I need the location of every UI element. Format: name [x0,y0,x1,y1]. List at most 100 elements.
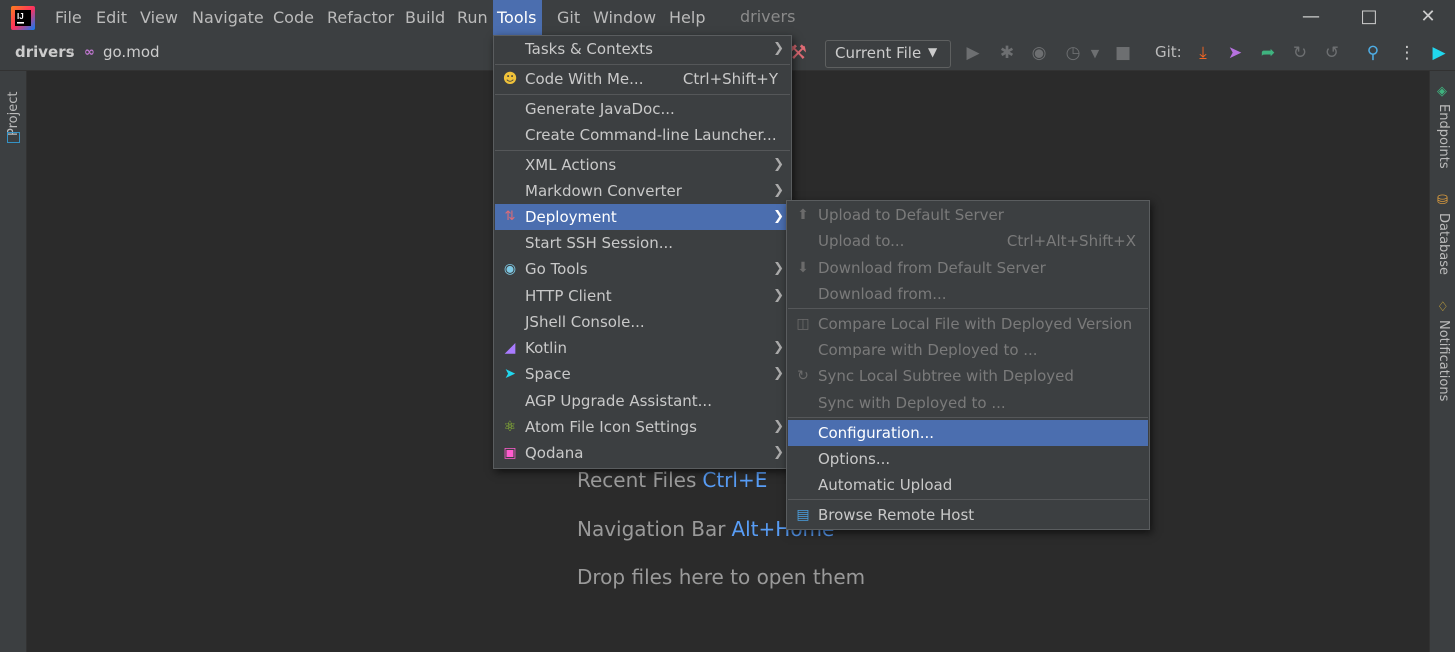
menu-separator [495,94,790,95]
menu-window[interactable]: Window [589,6,660,30]
chevron-right-icon: ❯ [773,157,784,172]
menu-item-sync-local-subtree[interactable]: ↻ Sync Local Subtree with Deployed [788,363,1148,389]
hint-label: Navigation Bar [577,517,726,541]
menu-item-qodana[interactable]: ▣ Qodana ❯ [495,440,790,466]
menu-help[interactable]: Help [665,6,709,30]
menu-separator [788,308,1148,309]
chevron-right-icon: ❯ [773,366,784,381]
deployment-icon: ⇅ [504,209,516,224]
chevron-right-icon: ❯ [773,340,784,355]
history-icon[interactable]: ↻ [1289,43,1311,63]
menu-item-kotlin[interactable]: ◢ Kotlin ❯ [495,335,790,361]
menu-view[interactable]: View [136,6,182,30]
hint-drop-files: Drop files here to open them [577,565,865,589]
menu-item-code-with-me[interactable]: ☻ Code With Me... Ctrl+Shift+Y [495,66,790,92]
menu-item-markdown-converter[interactable]: Markdown Converter ❯ [495,178,790,204]
menu-separator [788,499,1148,500]
menu-git[interactable]: Git [553,6,584,30]
stop-icon[interactable]: ■ [1112,43,1134,63]
deployment-submenu: ⬆ Upload to Default Server Upload to... Ct… [786,200,1150,530]
git-commit-icon[interactable]: ➤ [1224,43,1246,63]
menu-item-download-from[interactable]: Download from... [788,281,1148,307]
chevron-right-icon: ❯ [773,261,784,276]
menu-item-space[interactable]: ➤ Space ❯ [495,361,790,387]
endpoints-icon: ◈ [1437,84,1447,99]
breadcrumb-file[interactable]: go.mod [103,43,160,61]
menu-item-options[interactable]: Options... [788,446,1148,472]
run-config-label: Current File [835,44,922,62]
tools-menu: Tasks & Contexts ❯ ☻ Code With Me... Ctrl+S… [493,35,792,469]
menu-item-command-line-launcher[interactable]: Create Command-line Launcher... [495,122,790,148]
left-tool-strip [0,71,27,652]
git-update-icon[interactable]: ⤓ [1192,43,1214,63]
search-icon[interactable]: ⚲ [1362,43,1384,63]
gopher-icon: ◉ [503,261,517,277]
go-module-icon: ∞ [84,45,95,60]
git-push-icon[interactable]: ➦ [1257,43,1279,63]
menu-item-browse-remote-host[interactable]: ▤ Browse Remote Host [788,502,1148,528]
chevron-right-icon: ❯ [773,183,784,198]
breadcrumb-project[interactable]: drivers [15,43,75,61]
users-icon: ☻ [502,71,518,87]
hint-recent-files: Recent Files Ctrl+E [577,468,767,492]
menu-edit[interactable]: Edit [92,6,131,30]
menu-item-tasks-contexts[interactable]: Tasks & Contexts ❯ [495,36,790,62]
menu-item-http-client[interactable]: HTTP Client ❯ [495,283,790,309]
notifications-bell-icon: ♢ [1437,300,1449,315]
upload-icon: ⬆ [797,207,809,223]
database-icon: ⛁ [1437,193,1448,208]
menu-tools[interactable]: Tools [493,0,542,35]
run-icon[interactable]: ▶ [962,43,984,63]
kotlin-icon: ◢ [504,340,516,356]
run-coverage-icon[interactable]: ◉ [1028,43,1050,63]
menu-item-configuration[interactable]: Configuration... [788,420,1148,446]
menu-item-agp-upgrade-assistant[interactable]: AGP Upgrade Assistant... [495,388,790,414]
menu-item-go-tools[interactable]: ◉ Go Tools ❯ [495,256,790,282]
debug-icon[interactable]: ✱ [996,43,1018,63]
menu-item-sync-with-deployed[interactable]: Sync with Deployed to ... [788,390,1148,416]
project-tab-label: Project [6,91,21,136]
close-icon[interactable]: ✕ [1413,4,1443,30]
menu-item-start-ssh-session[interactable]: Start SSH Session... [495,230,790,256]
menu-file[interactable]: File [51,6,86,30]
menu-item-upload-to[interactable]: Upload to... Ctrl+Alt+Shift+X [788,228,1148,254]
menu-separator [788,417,1148,418]
menu-run[interactable]: Run [453,6,492,30]
atom-icon: ⚛ [503,419,517,435]
project-tool-tab[interactable]: Project [4,78,24,148]
menu-item-automatic-upload[interactable]: Automatic Upload [788,472,1148,498]
minimize-icon[interactable]: — [1296,4,1326,30]
profiler-icon[interactable]: ◷ [1062,43,1084,63]
menu-item-generate-javadoc[interactable]: Generate JavaDoc... [495,96,790,122]
menu-item-xml-actions[interactable]: XML Actions ❯ [495,152,790,178]
menu-item-atom-file-icon-settings[interactable]: ⚛ Atom File Icon Settings ❯ [495,414,790,440]
space-icon: ➤ [504,366,516,382]
notifications-tool-tab[interactable]: Notifications [1436,320,1451,401]
menu-navigate[interactable]: Navigate [188,6,268,30]
chevron-down-icon: ▼ [928,45,938,59]
menu-item-compare-local-file[interactable]: ◫ Compare Local File with Deployed Versio… [788,311,1148,337]
menu-build[interactable]: Build [401,6,449,30]
chevron-down-icon[interactable]: ▼ [1084,47,1106,60]
folder-icon [7,132,20,143]
endpoints-tool-tab[interactable]: Endpoints [1436,104,1451,169]
menu-item-deployment[interactable]: ⇅ Deployment ❯ [495,204,790,230]
compare-icon: ◫ [796,316,810,332]
maximize-icon[interactable]: □ [1354,4,1384,30]
menu-code[interactable]: Code [269,6,318,30]
rollback-icon[interactable]: ↺ [1321,43,1343,63]
chevron-right-icon: ❯ [773,419,784,434]
menu-item-upload-default-server[interactable]: ⬆ Upload to Default Server [788,202,1148,228]
more-options-icon[interactable]: ⋮ [1396,43,1418,63]
menu-refactor[interactable]: Refactor [323,6,398,30]
menu-item-compare-with-deployed[interactable]: Compare with Deployed to ... [788,337,1148,363]
chevron-right-icon: ❯ [773,209,784,224]
menu-item-download-default-server[interactable]: ⬇ Download from Default Server [788,255,1148,281]
menu-item-jshell-console[interactable]: JShell Console... [495,309,790,335]
git-label: Git: [1155,43,1182,61]
breadcrumb-separator: › [69,44,75,59]
intellij-logo-icon[interactable]: IJ [11,6,35,30]
ide-features-icon[interactable]: ▶ [1428,43,1450,63]
chevron-right-icon: ❯ [773,288,784,303]
database-tool-tab[interactable]: Database [1436,213,1451,275]
